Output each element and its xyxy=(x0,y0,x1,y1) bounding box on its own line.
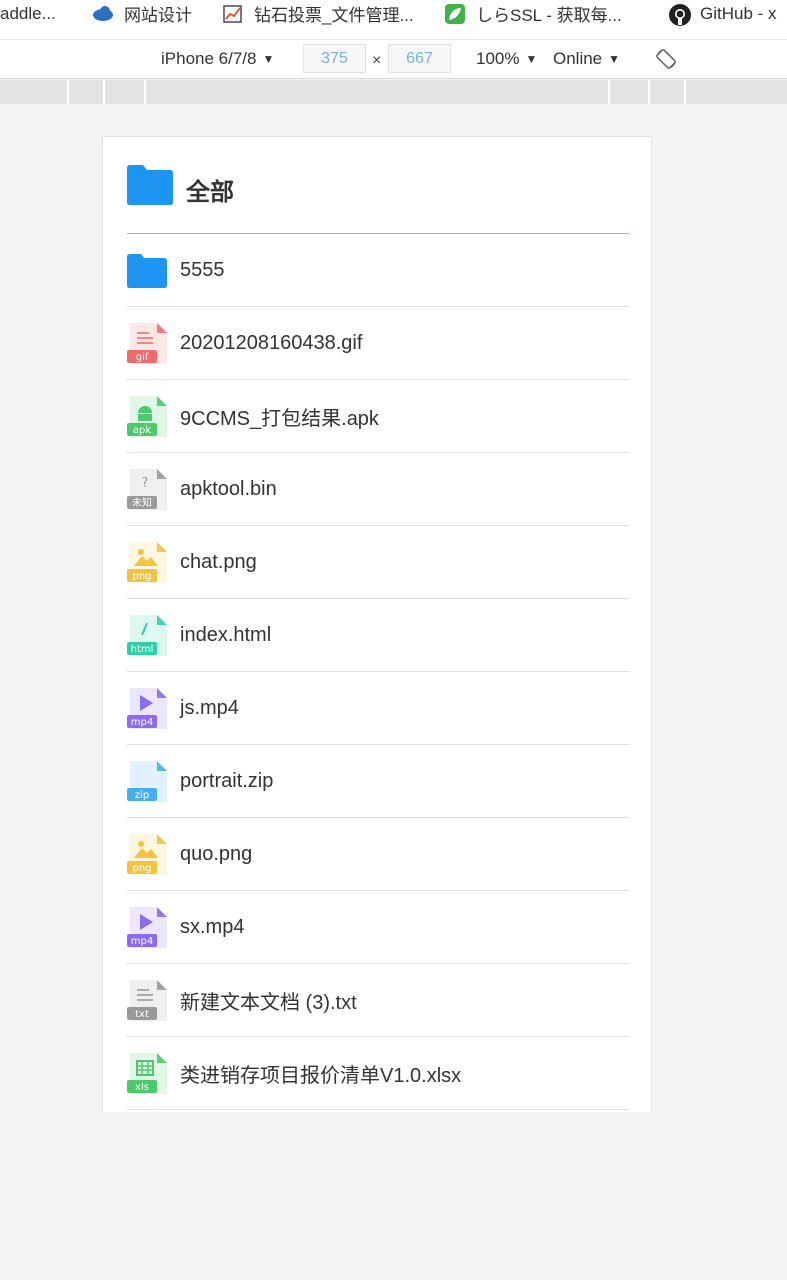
svg-text:html: html xyxy=(131,644,154,655)
device-select[interactable]: iPhone 6/7/8 ▼ xyxy=(161,49,274,69)
svg-text:zip: zip xyxy=(135,790,149,801)
svg-text:png: png xyxy=(132,571,151,582)
mp4-file-icon: mp4 xyxy=(127,906,167,948)
svg-text:mp4: mp4 xyxy=(131,717,153,728)
txt-file-icon: txt xyxy=(127,979,167,1021)
file-name: sx.mp4 xyxy=(180,915,245,938)
svg-text:png: png xyxy=(132,863,151,874)
file-row[interactable]: mp4 js.mp4 xyxy=(127,672,629,745)
file-row[interactable]: ? 未知 apktool.bin xyxy=(127,453,629,526)
rotate-button[interactable] xyxy=(655,48,677,70)
caret-down-icon: ▼ xyxy=(608,52,621,66)
file-row[interactable]: gif 20201208160438.gif xyxy=(127,307,629,380)
svg-text:mp4: mp4 xyxy=(131,936,153,947)
bookmark-label: 网站设计 xyxy=(124,6,192,25)
file-name: 20201208160438.gif xyxy=(180,331,363,354)
png-file-icon: png xyxy=(127,541,167,583)
bookmark-item[interactable]: addle... xyxy=(0,0,56,27)
page-title: 全部 xyxy=(186,179,234,206)
file-row[interactable]: txt 新建文本文档 (3).txt xyxy=(127,964,629,1037)
media-query-ruler xyxy=(0,80,787,104)
svg-text:未知: 未知 xyxy=(132,496,152,509)
file-name: chat.png xyxy=(180,550,257,573)
dimension-separator: × xyxy=(372,52,382,69)
file-name: quo.png xyxy=(180,842,253,865)
svg-text:apk: apk xyxy=(133,425,151,436)
file-name: portrait.zip xyxy=(180,769,274,792)
png-file-icon: png xyxy=(127,833,167,875)
device-toolbar: iPhone 6/7/8 ▼ 375 × 667 100% ▼ Online ▼ xyxy=(0,39,787,79)
html-file-icon: html xyxy=(127,614,167,656)
gif-file-icon: gif xyxy=(127,322,167,364)
bookmark-label: GitHub - x xyxy=(700,3,777,23)
bookmark-label: 钻石投票_文件管理... xyxy=(254,6,414,25)
bookmark-item[interactable]: しらSSL - 获取每... xyxy=(444,0,622,27)
file-name: 5555 xyxy=(180,258,225,281)
zip-file-icon: zip xyxy=(127,760,167,802)
caret-down-icon: ▼ xyxy=(525,52,538,66)
github-icon xyxy=(668,3,691,26)
width-input[interactable]: 375 xyxy=(303,44,366,73)
chart-icon xyxy=(222,3,244,25)
caret-down-icon: ▼ xyxy=(262,52,275,66)
bookmarks-bar: addle... 网站设计 钻石投票_文件管理... しらSSL - 获取每..… xyxy=(0,0,787,39)
file-row[interactable]: xls 类进销存项目报价清单V1.0.xlsx xyxy=(127,1037,629,1110)
svg-text:xls: xls xyxy=(135,1082,149,1093)
rotate-icon xyxy=(656,49,676,69)
bookmark-item[interactable]: 钻石投票_文件管理... xyxy=(222,0,414,27)
network-select-label: Online xyxy=(553,49,603,68)
svg-text:?: ? xyxy=(142,476,149,491)
file-name: apktool.bin xyxy=(180,477,277,500)
file-name: js.mp4 xyxy=(180,696,239,719)
file-row[interactable]: 5555 xyxy=(127,234,629,307)
file-row[interactable]: html index.html xyxy=(127,599,629,672)
mp4-file-icon: mp4 xyxy=(127,687,167,729)
device-select-label: iPhone 6/7/8 xyxy=(161,49,257,68)
svg-text:gif: gif xyxy=(136,352,149,363)
file-name: 9CCMS_打包结果.apk xyxy=(180,407,379,430)
file-list: 5555 gif 20201208160438.gif apk 9CCMS_打包… xyxy=(127,234,629,1110)
leaf-icon xyxy=(444,3,466,25)
height-input[interactable]: 667 xyxy=(388,44,451,73)
xls-file-icon: xls xyxy=(127,1052,167,1094)
file-row[interactable]: apk 9CCMS_打包结果.apk xyxy=(127,380,629,453)
file-row[interactable]: png chat.png xyxy=(127,526,629,599)
unknown-file-icon: ? 未知 xyxy=(127,468,167,510)
folder-icon xyxy=(127,165,173,210)
bookmark-item[interactable]: 网站设计 xyxy=(92,0,192,27)
file-name: index.html xyxy=(180,623,272,646)
file-row[interactable]: mp4 sx.mp4 xyxy=(127,891,629,964)
file-name: 新建文本文档 (3).txt xyxy=(180,991,357,1014)
cloud-icon xyxy=(92,3,114,25)
svg-text:txt: txt xyxy=(135,1009,149,1020)
apk-file-icon: apk xyxy=(127,395,167,437)
directory-header: 全部 xyxy=(127,162,629,234)
folder-icon xyxy=(127,250,167,291)
bookmark-label: しらSSL - 获取每... xyxy=(476,6,622,25)
bookmark-label: addle... xyxy=(0,3,56,23)
device-viewport: 全部 5555 gif 20201208160438.gif apk 9CCMS… xyxy=(102,136,652,1112)
file-row[interactable]: png quo.png xyxy=(127,818,629,891)
network-select[interactable]: Online ▼ xyxy=(553,49,620,69)
zoom-select[interactable]: 100% ▼ xyxy=(476,49,537,69)
zoom-select-label: 100% xyxy=(476,49,520,68)
file-row[interactable]: zip portrait.zip xyxy=(127,745,629,818)
bookmark-item[interactable]: GitHub - x xyxy=(668,0,777,27)
file-name: 类进销存项目报价清单V1.0.xlsx xyxy=(180,1064,462,1087)
